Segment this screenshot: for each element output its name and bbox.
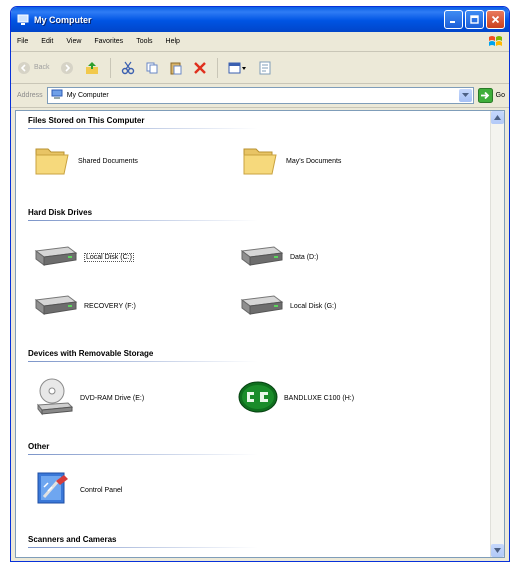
chevron-down-icon [461, 93, 469, 97]
item-label: May's Documents [286, 157, 342, 165]
chevron-up-icon [494, 115, 501, 120]
group-divider [28, 547, 258, 548]
group-header-other: Other [28, 442, 50, 451]
windows-logo-icon [487, 34, 505, 50]
item-label: RECOVERY (F:) [84, 302, 136, 310]
back-label: Back [34, 64, 50, 71]
scroll-up-button[interactable] [491, 111, 504, 124]
scroll-down-button[interactable] [491, 544, 504, 557]
forward-button[interactable] [60, 61, 74, 75]
item-label: Control Panel [80, 486, 123, 494]
menu-bar: File Edit View Favorites Tools Help [11, 32, 509, 52]
go-arrow-icon [477, 88, 493, 103]
scissors-icon [121, 61, 134, 74]
hard-drive-icon [238, 294, 284, 318]
cut-button[interactable] [121, 61, 135, 75]
group-header-removable: Devices with Removable Storage [28, 349, 154, 358]
item-label: Data (D:) [290, 253, 319, 261]
item-dvd-ram-drive-e[interactable]: DVD-RAM Drive (E:) [34, 377, 144, 419]
menu-file[interactable]: File [17, 38, 28, 45]
folder-icon [34, 143, 72, 179]
menu-help[interactable]: Help [166, 38, 180, 45]
vertical-scrollbar[interactable] [490, 111, 504, 557]
item-bandluxe-h[interactable]: BANDLUXE C100 (H:) [238, 381, 354, 415]
copy-icon [146, 62, 158, 73]
group-header-hard-disks: Hard Disk Drives [28, 208, 93, 217]
menu-view[interactable]: View [66, 38, 81, 45]
views-button[interactable] [228, 61, 248, 75]
up-folder-icon [85, 61, 98, 74]
item-local-disk-g[interactable]: Local Disk (G:) [238, 294, 336, 318]
item-shared-documents[interactable]: Shared Documents [34, 143, 138, 179]
group-divider [28, 220, 258, 221]
back-button[interactable]: Back [17, 61, 50, 75]
folders-button[interactable] [258, 61, 272, 75]
bandluxe-modem-icon [238, 381, 278, 415]
menu-tools[interactable]: Tools [136, 38, 152, 45]
address-bar: Address My Computer Go [11, 84, 509, 108]
item-label: Local Disk (C:) [84, 252, 134, 262]
hard-drive-icon [32, 294, 78, 318]
address-label: Address [17, 92, 43, 99]
group-divider [28, 361, 258, 362]
content-pane[interactable]: Files Stored on This Computer Shared Doc… [15, 110, 505, 558]
item-data-d[interactable]: Data (D:) [238, 245, 318, 269]
group-divider [28, 128, 258, 129]
item-label: BANDLUXE C100 (H:) [284, 394, 355, 402]
item-label: Shared Documents [78, 157, 138, 165]
item-recovery-f[interactable]: RECOVERY (F:) [32, 294, 136, 318]
forward-arrow-icon [60, 61, 73, 74]
toolbar-separator [109, 57, 111, 78]
hard-drive-icon [238, 245, 284, 269]
chevron-down-icon [494, 548, 501, 553]
close-button[interactable] [486, 10, 505, 29]
toolbar: Back [11, 52, 509, 84]
item-control-panel[interactable]: Control Panel [34, 469, 122, 511]
go-button[interactable]: Go [477, 88, 505, 103]
views-icon [228, 62, 246, 73]
maximize-button[interactable] [465, 10, 484, 29]
computer-icon [17, 14, 29, 26]
item-label: DVD-RAM Drive (E:) [80, 394, 145, 402]
paste-icon [170, 62, 182, 74]
menu-favorites[interactable]: Favorites [94, 38, 123, 45]
up-folder-button[interactable] [84, 60, 100, 76]
address-value: My Computer [66, 92, 109, 99]
address-dropdown-button[interactable] [458, 89, 472, 102]
back-arrow-icon [18, 61, 30, 74]
properties-icon [259, 61, 271, 74]
go-label: Go [495, 92, 505, 99]
menu-edit[interactable]: Edit [41, 38, 53, 45]
address-field[interactable]: My Computer [46, 87, 474, 104]
minimize-button[interactable] [444, 10, 463, 29]
paste-button[interactable] [169, 61, 183, 75]
explorer-window: My Computer File Edit View Favorites Too… [10, 6, 510, 562]
control-panel-icon [34, 469, 74, 511]
item-local-disk-c[interactable]: Local Disk (C:) [32, 245, 134, 269]
title-bar[interactable]: My Computer [11, 7, 509, 32]
delete-button[interactable] [193, 61, 207, 75]
copy-button[interactable] [145, 61, 159, 75]
group-divider [28, 454, 258, 455]
item-mays-documents[interactable]: May's Documents [242, 143, 341, 179]
group-header-scanners: Scanners and Cameras [28, 535, 117, 544]
dvd-drive-icon [34, 377, 74, 419]
folder-icon [242, 143, 280, 179]
item-label: Local Disk (G:) [290, 302, 337, 310]
delete-x-icon [193, 61, 206, 74]
group-header-files: Files Stored on This Computer [28, 116, 145, 125]
hard-drive-icon [32, 245, 78, 269]
computer-icon [51, 89, 63, 102]
window-title: My Computer [34, 14, 92, 25]
toolbar-separator [216, 57, 218, 78]
